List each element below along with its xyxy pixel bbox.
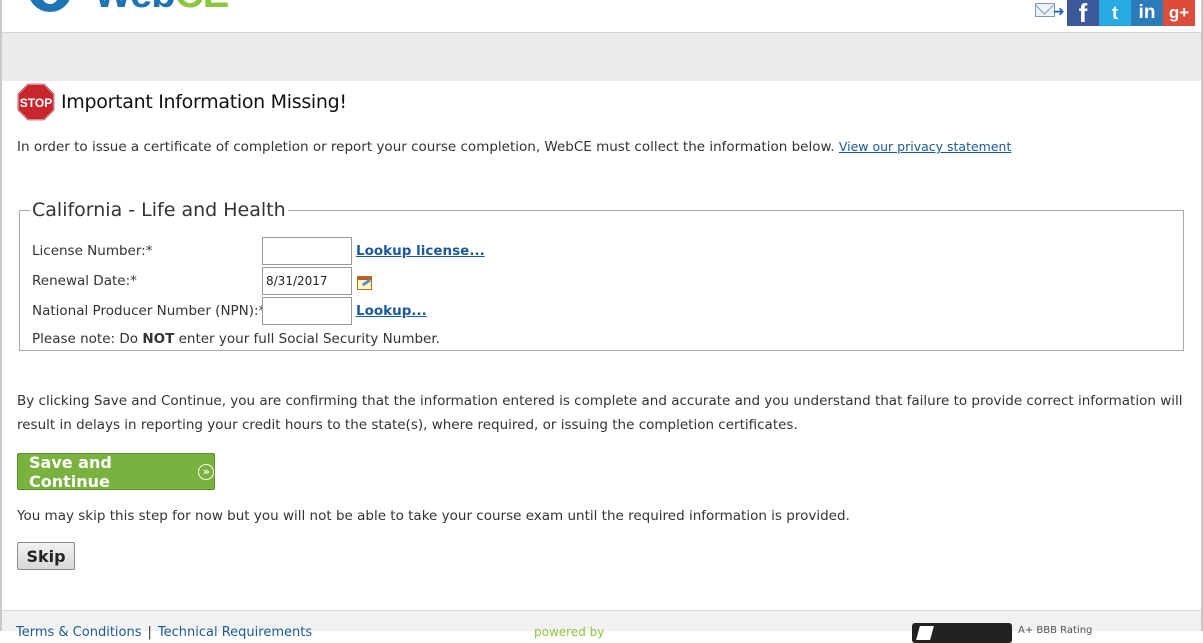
license-number-input[interactable] [262, 237, 352, 265]
alert-heading: STOP Important Information Missing! [17, 83, 347, 121]
logo-wordmark: WebCE [94, 0, 229, 17]
site-footer: Terms & Conditions | Technical Requirement… [2, 610, 1201, 643]
stop-sign-text: STOP [20, 96, 52, 110]
linkedin-icon[interactable]: in [1131, 0, 1163, 26]
lookup-license-link[interactable]: Lookup license... [356, 243, 485, 259]
renewal-date-input[interactable]: 8/31/2017 [262, 267, 352, 295]
skip-button[interactable]: Skip [17, 542, 75, 570]
npn-label: National Producer Number (NPN):* [32, 303, 266, 319]
npn-input[interactable] [262, 297, 352, 325]
technical-requirements-link[interactable]: Technical Requirements [158, 625, 312, 640]
mail-share-icon[interactable]: ➜ [1033, 0, 1067, 22]
double-chevron-right-icon: » [198, 463, 214, 480]
ssn-note-emphasis: NOT [142, 331, 175, 347]
site-header: WebCE ➜ f t in g+ [2, 0, 1201, 33]
bbb-badge-icon[interactable] [912, 623, 1012, 643]
confirmation-text: By clicking Save and Continue, you are c… [17, 393, 1183, 433]
license-fieldset: California - Life and Health License Num… [19, 199, 1184, 351]
webce-logo[interactable]: WebCE [24, 0, 304, 16]
page-title: Important Information Missing! [61, 91, 347, 113]
intro-sentence: In order to issue a certificate of compl… [17, 139, 835, 155]
renewal-date-label: Renewal Date:* [32, 273, 137, 289]
license-fieldset-legend: California - Life and Health [32, 199, 286, 221]
facebook-icon[interactable]: f [1067, 0, 1099, 28]
footer-separator: | [147, 625, 152, 640]
twitter-icon[interactable]: t [1099, 0, 1131, 26]
nav-band [2, 33, 1201, 81]
powered-by-text: powered by [534, 625, 605, 639]
lookup-npn-link[interactable]: Lookup... [356, 303, 427, 319]
footer-links: Terms & Conditions | Technical Requirement… [16, 625, 312, 640]
terms-link[interactable]: Terms & Conditions [16, 625, 142, 640]
social-links: ➜ f t in g+ [1033, 0, 1195, 28]
privacy-statement-link[interactable]: View our privacy statement [839, 139, 1012, 154]
skip-note: You may skip this step for now but you w… [17, 508, 850, 524]
ssn-note: Please note: Do NOT enter your full Soci… [32, 331, 440, 347]
googleplus-icon[interactable]: g+ [1163, 0, 1195, 26]
save-and-continue-button[interactable]: Save and Continue » [17, 452, 215, 491]
stop-sign-icon: STOP [17, 83, 55, 121]
intro-text: In order to issue a certificate of compl… [17, 139, 1011, 155]
page: WebCE ➜ f t in g+ STOP Important Informa… [0, 0, 1203, 643]
license-number-label: License Number:* [32, 243, 153, 259]
save-button-label: Save and Continue [29, 452, 112, 491]
logo-mark-icon [28, 0, 72, 12]
calendar-icon[interactable] [357, 276, 372, 290]
